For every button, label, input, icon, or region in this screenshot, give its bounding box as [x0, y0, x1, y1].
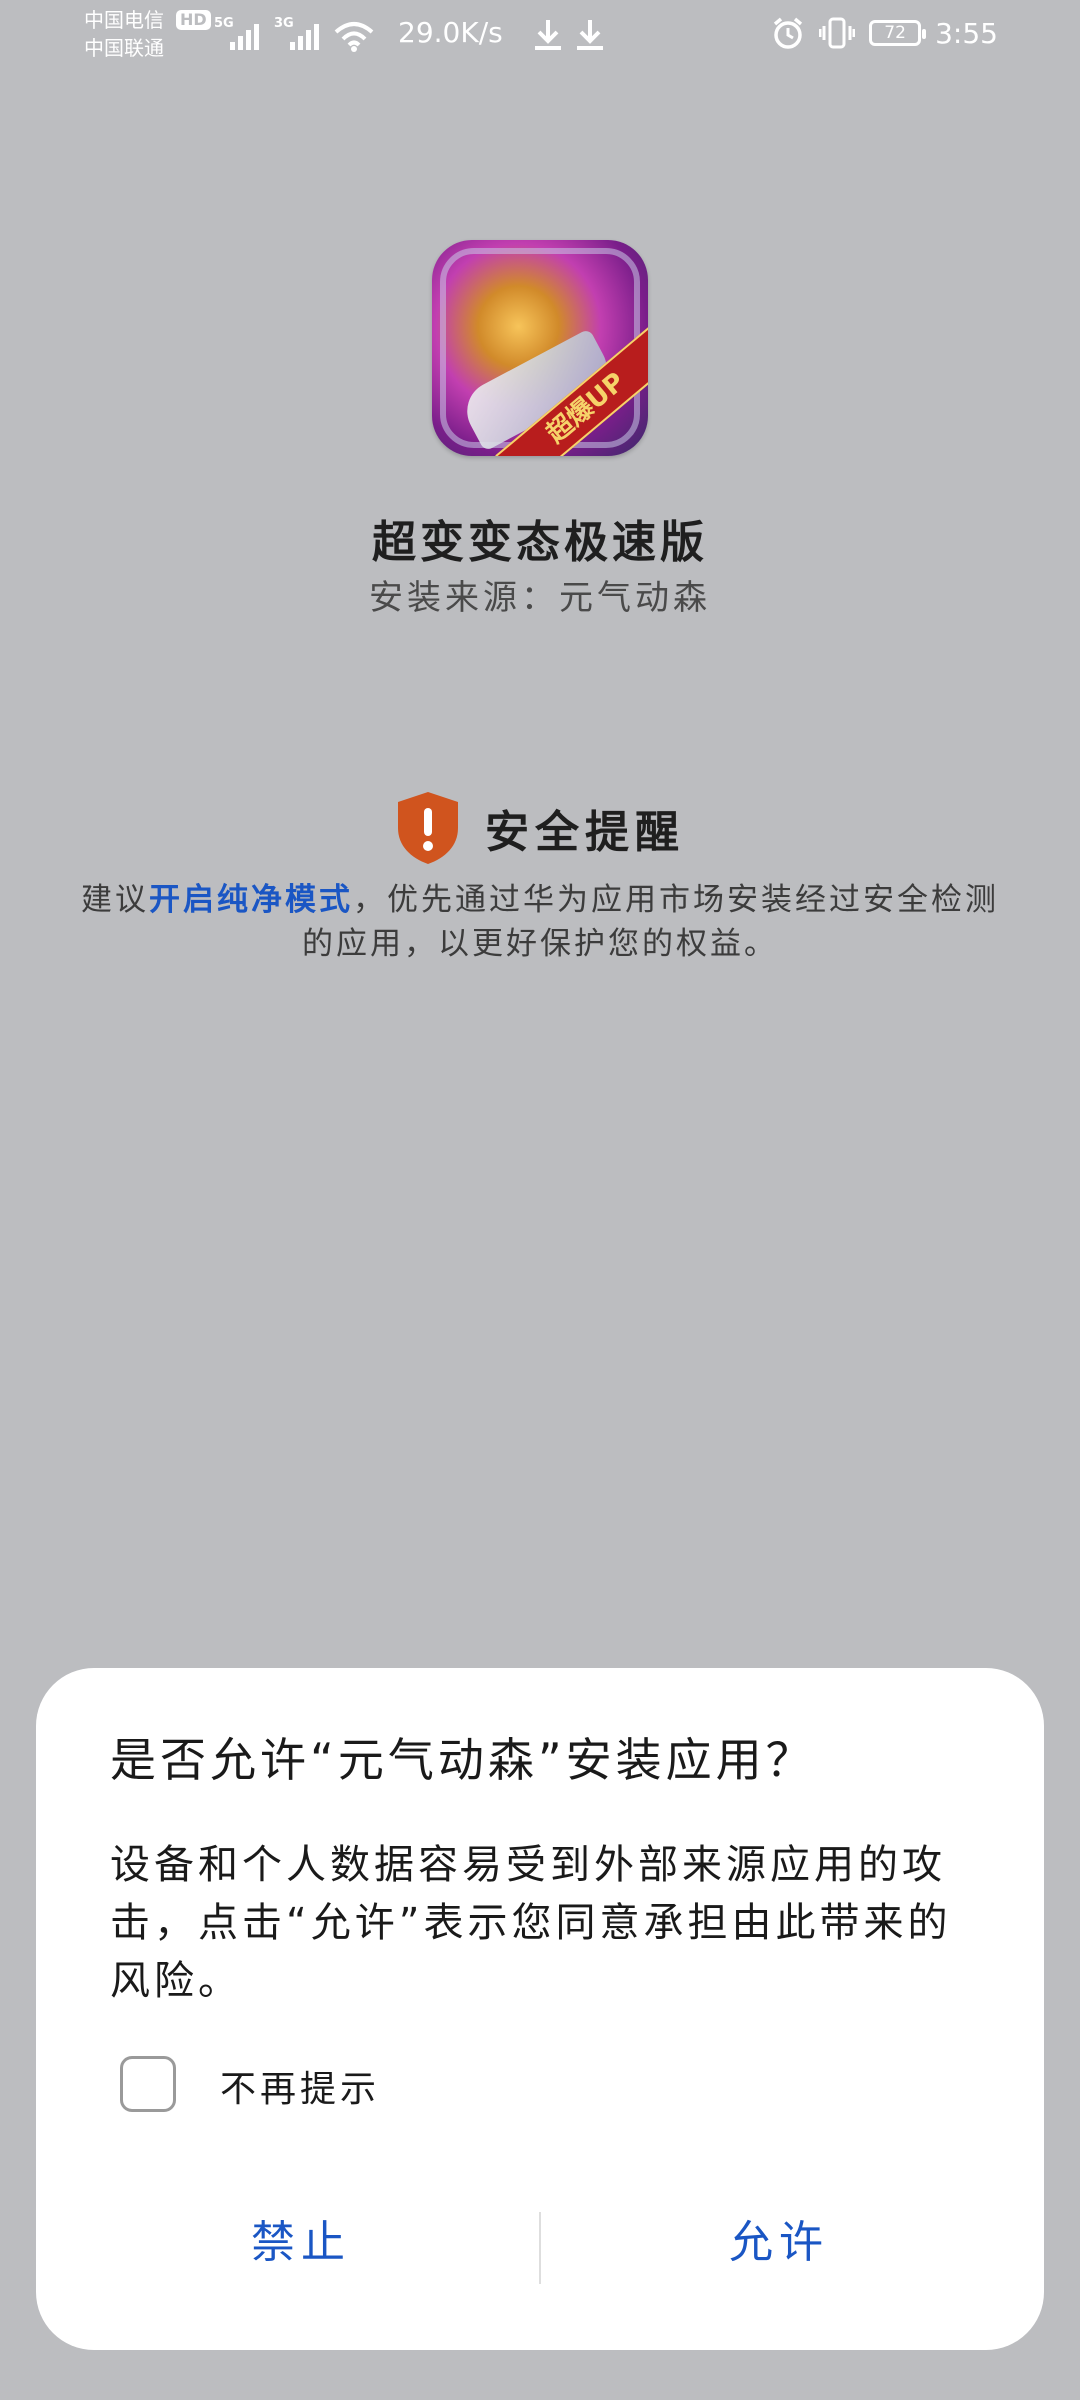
- security-desc-prefix: 建议: [81, 882, 149, 918]
- status-bar: 中国电信 中国联通 HD 5G 3G 29.0K/s 72 3:55: [0, 0, 1080, 70]
- dialog-message: 设备和个人数据容易受到外部来源应用的攻击，点击“允许”表示您同意承担由此带来的风…: [110, 1842, 952, 2004]
- signal-bars-icon: [290, 24, 319, 50]
- carrier-1: 中国电信: [84, 8, 164, 32]
- security-reminder-header: 安全提醒: [0, 790, 1080, 866]
- battery-icon: 72: [869, 20, 927, 46]
- app-name: 超变变态极速版: [372, 517, 708, 568]
- security-description: 建议开启纯净模式，优先通过华为应用市场安装经过安全检测的应用，以更好保护您的权益…: [80, 878, 1000, 966]
- alarm-icon: [773, 17, 803, 49]
- security-desc-suffix: ，优先通过华为应用市场安装经过安全检测的应用，以更好保护您的权益。: [302, 882, 999, 962]
- install-source: 安装来源：元气动森: [369, 578, 711, 618]
- carrier-names: 中国电信 中国联通: [84, 6, 164, 62]
- vibrate-icon: [819, 17, 856, 49]
- allow-button[interactable]: 允许: [544, 2188, 1014, 2288]
- download-icon: [577, 20, 603, 50]
- deny-button[interactable]: 禁止: [66, 2188, 536, 2288]
- hd-icon: HD: [176, 10, 211, 30]
- button-divider: [539, 2212, 541, 2284]
- dont-remind-checkbox[interactable]: [120, 2056, 176, 2112]
- security-title: 安全提醒: [485, 807, 685, 858]
- carrier-2: 中国联通: [84, 36, 164, 60]
- download-icon: [535, 20, 561, 50]
- enable-pure-mode-link[interactable]: 开启纯净模式: [149, 882, 353, 918]
- clock: 3:55: [935, 16, 998, 50]
- signal-bars-icon: [230, 24, 259, 50]
- wifi-icon: [334, 22, 374, 52]
- network-speed: 29.0K/s: [398, 16, 503, 49]
- dont-remind-label[interactable]: 不再提示: [220, 2060, 380, 2112]
- dialog-title: 是否允许“元气动森”安装应用？: [110, 1733, 816, 1787]
- shield-warning-icon: [398, 792, 458, 864]
- app-icon: 超爆UP: [432, 240, 648, 456]
- status-right-icons: 72 3:55: [771, 16, 998, 50]
- install-permission-dialog: 是否允许“元气动森”安装应用？ 设备和个人数据容易受到外部来源应用的攻击，点击“…: [36, 1668, 1044, 2350]
